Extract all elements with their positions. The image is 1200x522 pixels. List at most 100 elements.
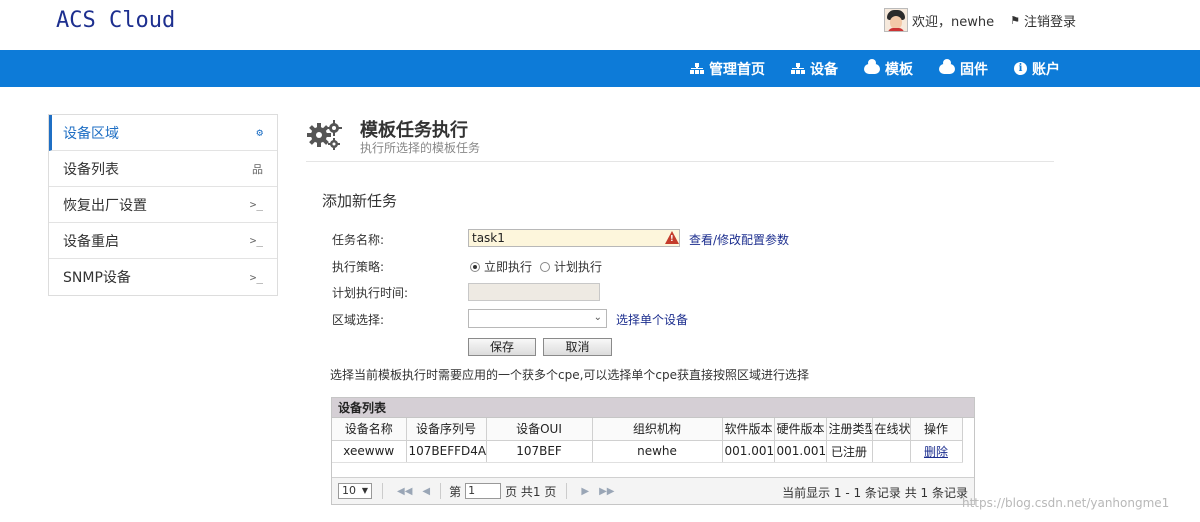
table-header-row: 设备名称 设备序列号 设备OUI 组织机构 软件版本 硬件版本 注册类型 在线状… bbox=[332, 418, 963, 441]
nav-label: 账户 bbox=[1032, 61, 1060, 78]
gears-icon: ⚙ bbox=[256, 126, 263, 139]
page-size-value: 10 bbox=[342, 484, 356, 497]
column-header[interactable]: 在线状 bbox=[872, 418, 911, 441]
region-label: 区域选择: bbox=[332, 313, 385, 327]
terminal-icon: >_ bbox=[249, 198, 263, 211]
home-icon: ⚑ bbox=[1010, 13, 1020, 27]
table-cell: 001.001.0 bbox=[774, 440, 827, 463]
column-header[interactable]: 设备序列号 bbox=[406, 418, 487, 441]
save-button[interactable]: 保存 bbox=[468, 338, 536, 356]
plan-time-label: 计划执行时间: bbox=[332, 286, 409, 300]
nav-item-devices[interactable]: 设备 bbox=[791, 59, 838, 79]
column-header[interactable]: 注册类型 bbox=[826, 418, 873, 441]
sidebar-item-factory-reset[interactable]: 恢复出厂设置 >_ bbox=[49, 187, 277, 223]
page-size-select[interactable]: 10 ▼ bbox=[338, 483, 372, 499]
nav-label: 设备 bbox=[810, 61, 838, 78]
divider bbox=[382, 483, 383, 499]
radio-scheduled[interactable] bbox=[540, 261, 551, 272]
warning-icon: ! bbox=[665, 231, 679, 244]
column-header[interactable]: 设备OUI bbox=[486, 418, 593, 441]
strategy-radio-group: 立即执行 计划执行 bbox=[470, 258, 610, 275]
top-navbar: 管理首页 设备 模板 固件 i 账户 bbox=[0, 50, 1200, 87]
sidebar-item-snmp[interactable]: SNMP设备 >_ bbox=[49, 259, 277, 295]
sidebar-item-device-area[interactable]: 设备区域 ⚙ bbox=[49, 115, 277, 151]
sitemap-icon bbox=[690, 63, 704, 74]
avatar bbox=[884, 8, 908, 32]
chevron-down-icon: ⌄ bbox=[593, 312, 602, 323]
radio-immediate[interactable] bbox=[470, 261, 480, 272]
cancel-button[interactable]: 取消 bbox=[543, 338, 612, 356]
plan-time-input[interactable] bbox=[468, 283, 600, 301]
terminal-icon: >_ bbox=[249, 234, 263, 247]
sidebar: 设备区域 ⚙ 设备列表 品 恢复出厂设置 >_ 设备重启 >_ SNMP设备 >… bbox=[48, 114, 278, 296]
task-name-label: 任务名称: bbox=[332, 233, 385, 247]
sidebar-item-label: 设备重启 bbox=[63, 233, 119, 250]
sidebar-item-label: 恢复出厂设置 bbox=[63, 197, 147, 214]
column-header[interactable]: 设备名称 bbox=[332, 418, 407, 441]
info-icon: i bbox=[1014, 62, 1027, 75]
nav-menu: 管理首页 设备 模板 固件 i 账户 bbox=[690, 50, 1086, 87]
sitemap-icon: 品 bbox=[252, 162, 263, 176]
device-table: 设备名称 设备序列号 设备OUI 组织机构 软件版本 硬件版本 注册类型 在线状… bbox=[332, 418, 963, 463]
column-header[interactable]: 硬件版本 bbox=[774, 418, 827, 441]
logout-link[interactable]: ⚑ 注销登录 bbox=[1010, 11, 1076, 30]
last-page-icon[interactable]: ▶▶ bbox=[599, 486, 614, 497]
nav-label: 模板 bbox=[885, 61, 913, 78]
sitemap-icon bbox=[791, 63, 805, 74]
column-header[interactable]: 软件版本 bbox=[722, 418, 775, 441]
radio-scheduled-label: 计划执行 bbox=[554, 260, 603, 274]
view-config-link[interactable]: 查看/修改配置参数 bbox=[689, 231, 789, 248]
nav-label: 管理首页 bbox=[709, 61, 765, 78]
nav-label: 固件 bbox=[960, 61, 988, 78]
help-note: 选择当前模板执行时需要应用的一个获多个cpe,可以选择单个cpe获直接按照区域进… bbox=[330, 368, 810, 382]
sidebar-item-device-reboot[interactable]: 设备重启 >_ bbox=[49, 223, 277, 259]
strategy-label: 执行策略: bbox=[332, 260, 385, 274]
nav-item-home[interactable]: 管理首页 bbox=[690, 59, 765, 79]
sidebar-item-label: SNMP设备 bbox=[63, 270, 131, 286]
table-cell: newhe bbox=[592, 440, 723, 463]
sidebar-item-device-list[interactable]: 设备列表 品 bbox=[49, 151, 277, 187]
table-cell: 已注册 bbox=[826, 440, 873, 463]
page-suffix: 页 共1 页 bbox=[505, 484, 557, 499]
section-title: 添加新任务 bbox=[322, 192, 398, 210]
table-cell: xeewww bbox=[332, 440, 407, 463]
nav-item-account[interactable]: i 账户 bbox=[1014, 59, 1060, 79]
table-cell: 001.001.0 bbox=[722, 440, 775, 463]
next-page-icon[interactable]: ▶ bbox=[581, 486, 589, 497]
cloud-icon bbox=[864, 58, 880, 74]
table-cell: 107BEFFD4AI bbox=[406, 440, 487, 463]
grid-title: 设备列表 bbox=[332, 398, 974, 418]
terminal-icon: >_ bbox=[249, 270, 263, 284]
column-header[interactable]: 组织机构 bbox=[592, 418, 723, 441]
page-number-input[interactable]: 1 bbox=[465, 483, 502, 499]
region-select[interactable]: ⌄ bbox=[468, 309, 607, 328]
gears-icon bbox=[307, 120, 342, 150]
divider bbox=[440, 483, 442, 499]
select-device-link[interactable]: 选择单个设备 bbox=[616, 311, 688, 328]
table-cell bbox=[872, 440, 911, 463]
column-header[interactable]: 操作 bbox=[910, 418, 963, 441]
record-summary: 当前显示 1 - 1 条记录 共 1 条记录 bbox=[782, 486, 968, 500]
sidebar-item-label: 设备列表 bbox=[63, 161, 119, 178]
delete-link[interactable]: 删除 bbox=[924, 445, 948, 459]
chevron-down-icon: ▼ bbox=[361, 486, 368, 495]
sidebar-item-label: 设备区域 bbox=[63, 125, 119, 142]
table-row[interactable]: xeewww 107BEFFD4AI 107BEF newhe 001.001.… bbox=[332, 440, 963, 463]
user-area: 欢迎，newhe ⚑ 注销登录 bbox=[884, 8, 1076, 32]
table-cell: 107BEF bbox=[486, 440, 593, 463]
page-header: 模板任务执行 执行所选择的模板任务 bbox=[306, 112, 1054, 162]
nav-item-templates[interactable]: 模板 bbox=[864, 58, 913, 79]
page-subtitle: 执行所选择的模板任务 bbox=[360, 141, 481, 155]
device-grid: 设备列表 设备名称 设备序列号 设备OUI 组织机构 软件版本 硬件版本 注册类… bbox=[331, 397, 975, 505]
pagination-bar: 10 ▼ ◀◀ ◀ 第 1 页 共1 页 ▶ ▶▶ 当前显示 1 - 1 条记录… bbox=[332, 477, 974, 504]
first-page-icon[interactable]: ◀◀ bbox=[397, 486, 412, 497]
page-prefix: 第 bbox=[449, 484, 462, 499]
app-logo: ACS Cloud bbox=[56, 8, 176, 33]
cloud-icon bbox=[939, 58, 955, 74]
task-name-input[interactable]: task1 bbox=[468, 229, 680, 247]
nav-item-firmware[interactable]: 固件 bbox=[939, 58, 988, 79]
watermark-text: https://blog.csdn.net/yanhongme1 bbox=[962, 496, 1170, 510]
welcome-text: 欢迎，newhe bbox=[912, 14, 995, 30]
prev-page-icon[interactable]: ◀ bbox=[422, 486, 430, 497]
table-cell: 删除 bbox=[910, 440, 963, 463]
